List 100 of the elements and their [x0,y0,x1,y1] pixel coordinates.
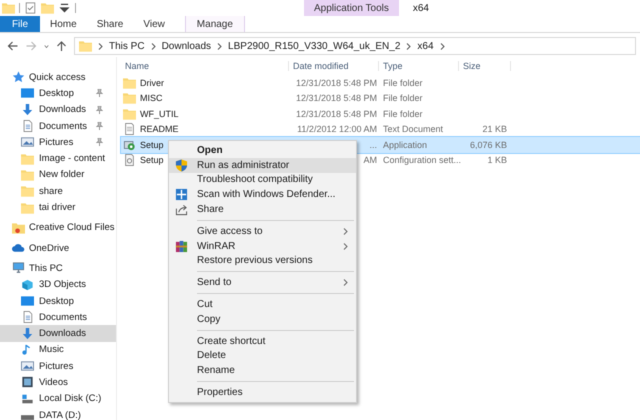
file-name[interactable]: Setup [140,140,164,150]
sidebar-item[interactable]: Local Disk (C:) [0,390,116,407]
ribbon-tab[interactable]: Manage [184,16,245,32]
ribbon-tab[interactable]: Share [86,16,134,32]
cloud-folder-icon [12,222,25,234]
sidebar-item[interactable]: tai driver [0,199,116,216]
column-header[interactable]: Date modified [289,61,379,71]
up-arrow-icon[interactable] [55,40,68,52]
size-cell-text: 6,076 KB [468,140,508,150]
text-file-icon [123,123,136,136]
sidebar-item[interactable]: Documents [0,309,116,326]
sidebar-item[interactable]: Downloads [0,102,116,118]
dropdown-icon[interactable] [58,2,71,14]
type-cell-text: File folder [382,108,424,119]
download-arrow-icon [21,328,34,340]
folder-icon [2,2,15,14]
checkmark-document-icon[interactable] [24,2,37,14]
menu-item[interactable]: Give access to [169,224,356,239]
menu-item[interactable]: Restore previous versions [169,254,356,268]
cloud-icon [12,242,25,254]
chevron-icon [98,42,103,50]
sidebar-item[interactable]: Desktop [0,85,116,102]
window-icon [175,188,188,202]
menu-item[interactable]: Run as administrator [169,158,356,173]
folder-icon [21,168,34,181]
folder-icon [123,92,136,104]
settings-file-icon [123,154,136,166]
sidebar-item[interactable]: Pictures [0,134,116,150]
file-name[interactable]: MISC [140,93,162,104]
menu-item[interactable]: Rename [169,363,356,378]
ribbon-tab[interactable]: Home [40,16,87,32]
menu-item[interactable]: Share [169,202,356,217]
date-cell-text: 11/2/2012 12:00 AM [296,124,378,134]
ribbon-tab[interactable]: File [0,16,40,32]
column-header[interactable]: Name [121,61,289,71]
document-icon [21,311,34,324]
type-cell-text: Application [382,140,428,150]
sidebar-item[interactable]: Downloads [0,325,116,342]
breadcrumb[interactable]: Downloads [162,40,212,52]
window-title: x64 [412,2,429,14]
menu-item[interactable]: Scan with Windows Defender... [169,187,356,202]
installer-icon [123,138,136,151]
star-icon [12,71,25,84]
sidebar-item[interactable]: Image - content [0,150,116,167]
download-arrow-icon [21,104,34,116]
menu-item[interactable]: Create shortcut [169,334,356,349]
file-name[interactable]: Setup [140,155,164,166]
sidebar-item[interactable]: DATA (D:) [0,406,116,420]
menu-item[interactable]: WinRAR [169,238,356,254]
folder-icon [21,152,34,165]
ribbon-tab[interactable]: View [133,16,175,32]
menu-item[interactable]: Cut [169,297,356,312]
sidebar-item[interactable]: share [0,183,116,200]
breadcrumb[interactable]: This PC [109,40,145,52]
menu-item[interactable]: Send to [169,275,356,290]
sidebar-item[interactable]: Quick access [0,69,116,86]
menu-item[interactable]: Copy [169,312,356,327]
file-name[interactable]: README [140,124,179,134]
shield-icon [175,158,188,172]
file-name[interactable]: WF_UTIL [140,108,179,119]
back-arrow-icon[interactable] [6,40,19,52]
chevron-icon [440,42,445,50]
sidebar-item[interactable]: Desktop [0,292,116,310]
date-cell-text: 12/31/2018 5:48 PM [294,93,378,104]
address-bar[interactable]: This PC Downloads LBP2900_R150_V330_W64_uk_EN_2 x64 [74,37,636,55]
menu-item[interactable]: Delete [169,348,356,364]
menu-item[interactable]: Troubleshoot compatibility [169,172,356,188]
breadcrumb[interactable]: x64 [417,40,434,52]
menu-item[interactable]: Properties [169,385,356,400]
chevron-icon [217,42,222,50]
caret-icon[interactable] [44,42,49,50]
computer-icon [12,262,25,274]
column-header[interactable]: Type [379,61,459,71]
type-cell-text: Text Document [382,124,444,134]
date-cell-text: 12/31/2018 5:48 PM [294,108,378,119]
size-cell-text: 1 KB [486,155,508,166]
breadcrumb[interactable]: LBP2900_R150_V330_W64_uk_EN_2 [228,40,400,52]
size-cell-text: 21 KB [481,124,508,134]
sidebar-item[interactable]: Videos [0,374,116,391]
sidebar-item[interactable]: This PC [0,260,116,277]
folder-icon [123,108,136,120]
folder-icon [123,76,136,89]
drive-icon [21,392,34,405]
sidebar-item[interactable]: OneDrive [0,240,116,256]
books-icon [175,240,188,253]
sidebar-item[interactable]: Documents [0,118,116,134]
date-cell-text: 12/31/2018 5:48 PM [294,78,378,88]
type-cell-text: File folder [382,93,424,104]
sidebar-item[interactable]: Music [0,342,116,358]
sidebar-item[interactable]: New folder [0,166,116,184]
sidebar-item[interactable]: Creative Cloud Files [0,220,116,236]
sidebar-item[interactable]: 3D Objects [0,276,116,293]
chevron-icon [150,42,156,50]
new-folder-icon [41,2,54,14]
column-header[interactable]: Size [459,61,511,71]
share-icon [175,203,188,216]
folder-icon [21,202,34,214]
chevron-icon [406,42,412,50]
sidebar-item[interactable]: Pictures [0,358,116,374]
file-name[interactable]: Driver [140,78,164,88]
